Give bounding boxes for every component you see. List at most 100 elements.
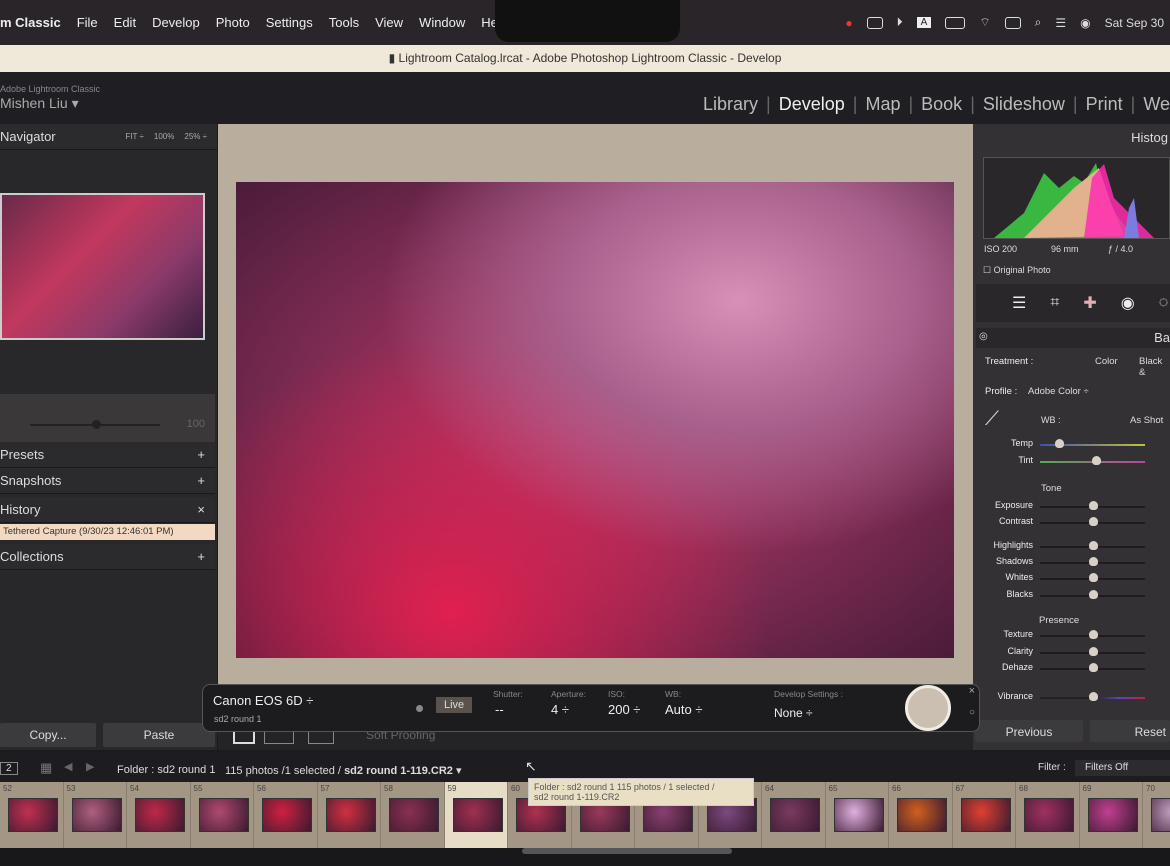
filmstrip-frame[interactable]: 54	[127, 782, 191, 848]
wifi-icon[interactable]: ⌔	[979, 15, 990, 30]
wb-select[interactable]: As Shot	[1130, 415, 1163, 426]
slider-thumb[interactable]	[1088, 647, 1098, 656]
filmstrip-frame[interactable]: 53	[64, 782, 127, 848]
slider-whites[interactable]	[1040, 573, 1145, 582]
main-photo[interactable]	[236, 182, 954, 658]
slider-temp[interactable]	[1040, 439, 1145, 448]
slider-thumb[interactable]	[1088, 517, 1098, 526]
slider-dehaze[interactable]	[1040, 663, 1145, 672]
aperture-select[interactable]: 4 ÷	[551, 702, 569, 717]
collections-header[interactable]: Collections +	[0, 544, 215, 570]
zoom-fit[interactable]: FIT ÷	[125, 132, 143, 141]
screen-icon[interactable]	[866, 16, 883, 29]
menu-settings[interactable]: Settings	[266, 15, 313, 30]
zoom-100[interactable]: 100%	[154, 132, 174, 141]
snapshots-header[interactable]: Snapshots +	[0, 468, 215, 494]
menu-window[interactable]: Window	[419, 15, 465, 30]
filmstrip-frame[interactable]: 56	[254, 782, 318, 848]
secondary-window-button[interactable]: 2	[0, 762, 18, 775]
slider-vibrance[interactable]	[1040, 692, 1145, 701]
slider-thumb[interactable]	[1088, 557, 1098, 566]
identity-plate[interactable]: Mishen Liu ▾	[0, 95, 79, 112]
slider-contrast[interactable]	[1040, 517, 1145, 526]
menu-app[interactable]: m Classic	[0, 15, 61, 30]
slider-blacks[interactable]	[1040, 590, 1145, 599]
add-icon[interactable]: +	[197, 473, 205, 488]
search-icon[interactable]: ⌕	[1035, 15, 1042, 30]
previous-button[interactable]: Previous	[975, 720, 1083, 742]
filmstrip-frame[interactable]: 69	[1080, 782, 1143, 848]
filmstrip-frame[interactable]: 67	[953, 782, 1016, 848]
clear-icon[interactable]: ×	[197, 502, 205, 517]
menu-tools[interactable]: Tools	[329, 15, 359, 30]
slider-shadows[interactable]	[1040, 557, 1145, 566]
camera-select[interactable]: Canon EOS 6D ÷	[213, 693, 313, 708]
eyedropper-icon[interactable]: ⟋	[985, 408, 999, 431]
healing-icon[interactable]: ✚	[1083, 293, 1096, 313]
treatment-bw[interactable]: Black &	[1139, 356, 1170, 378]
slider-thumb[interactable]	[1088, 541, 1098, 550]
control-center-icon[interactable]: ☰	[1055, 16, 1066, 30]
slider-clarity[interactable]	[1040, 647, 1145, 656]
basic-header[interactable]: ◎ Ba	[976, 328, 1170, 348]
copy-button[interactable]: Copy...	[0, 723, 96, 747]
module-print[interactable]: Print	[1086, 94, 1123, 115]
mask-icon[interactable]: ◌	[1159, 294, 1169, 312]
battery-icon[interactable]	[945, 16, 966, 29]
history-item[interactable]: Tethered Capture (9/30/23 12:46:01 PM)	[0, 524, 215, 540]
keyboard-icon[interactable]	[1004, 16, 1021, 29]
input-a-icon[interactable]: A	[916, 17, 932, 28]
live-view-button[interactable]: Live	[436, 697, 473, 713]
crop-icon[interactable]: ⌗	[1050, 294, 1059, 312]
filmstrip-scrollbar[interactable]	[522, 848, 732, 854]
slider-thumb[interactable]	[1088, 663, 1098, 672]
filmstrip-frame[interactable]: 52	[0, 782, 64, 848]
eye-icon[interactable]: ◎	[979, 331, 988, 342]
filmstrip-frame[interactable]: 57	[318, 782, 381, 848]
history-header[interactable]: History ×	[0, 497, 215, 523]
add-icon[interactable]: +	[197, 447, 205, 462]
original-photo-checkbox[interactable]: ☐ Original Photo	[983, 265, 1051, 276]
forward-arrow-icon[interactable]: ▶	[86, 760, 94, 773]
menu-edit[interactable]: Edit	[114, 15, 136, 30]
slider-thumb[interactable]	[1088, 590, 1098, 599]
slider-thumb[interactable]	[1091, 456, 1101, 465]
filter-select[interactable]: Filters Off	[1075, 760, 1170, 776]
develop-settings-select[interactable]: None ÷	[774, 706, 813, 720]
navigator-preview[interactable]	[0, 193, 205, 340]
back-arrow-icon[interactable]: ◀	[64, 760, 72, 773]
module-slideshow[interactable]: Slideshow	[983, 94, 1065, 115]
red-eye-icon[interactable]: ◉	[1121, 293, 1135, 313]
settings-icon[interactable]: ○	[969, 707, 975, 718]
sliders-icon[interactable]: ☰	[1012, 293, 1026, 313]
presets-header[interactable]: Presets +	[0, 442, 215, 468]
filmstrip-frame[interactable]: 66	[889, 782, 953, 848]
menu-develop[interactable]: Develop	[152, 15, 200, 30]
filmstrip-frame[interactable]: 64	[762, 782, 826, 848]
folder-label[interactable]: Folder : sd2 round 1	[117, 764, 215, 776]
paste-button[interactable]: Paste	[103, 723, 215, 747]
menu-photo[interactable]: Photo	[216, 15, 250, 30]
siri-icon[interactable]: ◉	[1080, 16, 1090, 30]
filmstrip-frame[interactable]: 59	[444, 782, 508, 848]
slider-thumb[interactable]	[1088, 501, 1098, 510]
close-icon[interactable]: ×	[969, 685, 975, 697]
play-icon[interactable]: ⏵	[897, 15, 903, 30]
module-library[interactable]: Library	[703, 94, 758, 115]
module-web[interactable]: We	[1143, 94, 1170, 115]
slider-exposure[interactable]	[1040, 501, 1145, 510]
reset-button[interactable]: Reset	[1090, 720, 1170, 742]
amount-slider[interactable]	[30, 420, 160, 429]
zoom-25[interactable]: 25% ÷	[184, 132, 207, 141]
filmstrip-frame[interactable]: 55	[191, 782, 254, 848]
slider-thumb[interactable]	[1088, 630, 1098, 639]
module-develop[interactable]: Develop	[779, 94, 845, 115]
menu-file[interactable]: File	[77, 15, 98, 30]
filmstrip-frame[interactable]: 70	[1143, 782, 1170, 848]
slider-thumb[interactable]	[1088, 692, 1098, 701]
filmstrip-frame[interactable]: 65	[826, 782, 889, 848]
slider-tint[interactable]	[1040, 456, 1145, 465]
menu-view[interactable]: View	[375, 15, 403, 30]
module-map[interactable]: Map	[865, 94, 900, 115]
capture-button[interactable]	[905, 685, 951, 731]
